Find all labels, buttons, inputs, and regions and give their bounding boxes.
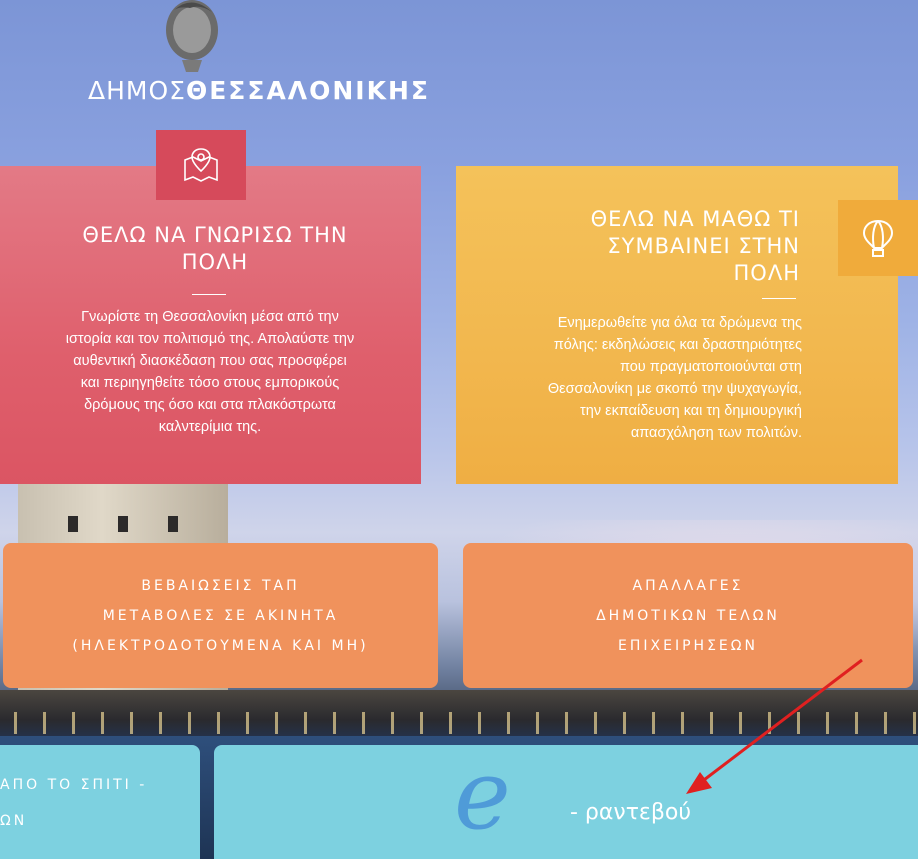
learn-city-title-line1: ΘΕΛΩ ΝΑ ΜΑΘΩ ΤΙ [590,207,800,231]
exemptions-line: ΔΗΜΟΤΙΚΩΝ ΤΕΛΩΝ [596,607,780,624]
from-home-line: ΩΝ [0,813,28,829]
site-brand[interactable]: ΔΗΜΟΣΘΕΣΣΑΛΟΝΙΚΗΣ [88,76,430,105]
tap-line: ΜΕΤΑΒΟΛΕΣ ΣΕ ΑΚΙΝΗΤΑ [102,607,339,624]
e-logo-letter[interactable]: e [454,745,511,845]
learn-city-text-line: πόλης: εκδηλώσεις και δραστηριότητες [553,337,802,353]
know-city-title: ΘΕΛΩ ΝΑ ΓΝΩΡΙΣΩ ΤΗΝ ΠΟΛΗ [30,222,400,276]
know-city-text-line: και περιηγηθείτε τόσο στους εμπορικούς [80,375,340,391]
learn-city-text-line: Ενημερωθείτε για όλα τα δρώμενα της [557,315,802,331]
e-appointment-label[interactable]: - ραντεβού [570,800,691,825]
exemptions-line: ΕΠΙΧΕΙΡΗΣΕΩΝ [618,637,758,654]
learn-city-description: Ενημερωθείτε για όλα τα δρώμενα της πόλη… [456,312,802,444]
know-city-text-line: δρόμους της όσο και στα πλακόστρωτα [84,397,336,413]
know-city-card[interactable]: ΘΕΛΩ ΝΑ ΓΝΩΡΙΣΩ ΤΗΝ ΠΟΛΗ Γνωρίστε τη Θεσ… [0,166,421,484]
know-city-text-line: Γνωρίστε τη Θεσσαλονίκη μέσα από την [81,309,339,325]
know-city-text-line: ιστορία και τον πολιτισμό της. Απολαύστε… [65,331,355,347]
e-appointment-button[interactable] [214,745,918,859]
know-city-text-line: καλντερίμια της. [158,419,262,435]
learn-city-card[interactable]: ΘΕΛΩ ΝΑ ΜΑΘΩ ΤΙ ΣΥΜΒΑΙΝΕΙ ΣΤΗΝ ΠΟΛΗ Ενημ… [456,166,898,484]
exemptions-line: ΑΠΑΛΛΑΓΕΣ [632,577,744,594]
tap-line: (ΗΛΕΚΤΡΟΔΟΤΟΥΜΕΝΑ ΚΑΙ ΜΗ) [72,637,369,654]
learn-city-text-line: Θεσσαλονίκη με σκοπό την ψυχαγωγία, [547,381,802,397]
learn-city-title-line2: ΣΥΜΒΑΙΝΕΙ ΣΤΗΝ [607,234,800,258]
learn-city-text-line: που πραγματοποιούνται στη [619,359,802,375]
learn-city-title-line3: ΠΟΛΗ [733,261,800,285]
city-lights [0,712,918,734]
learn-city-text-line: απασχόληση των πολιτών. [630,425,802,441]
alexander-head-logo-icon[interactable] [140,0,240,80]
fee-exemptions-button[interactable]: ΑΠΑΛΛΑΓΕΣ ΔΗΜΟΤΙΚΩΝ ΤΕΛΩΝ ΕΠΙΧΕΙΡΗΣΕΩΝ [463,543,913,688]
map-pin-icon[interactable] [156,130,246,200]
know-city-title-line1: ΘΕΛΩ ΝΑ ΓΝΩΡΙΣΩ ΤΗΝ [82,223,348,247]
learn-city-title: ΘΕΛΩ ΝΑ ΜΑΘΩ ΤΙ ΣΥΜΒΑΙΝΕΙ ΣΤΗΝ ΠΟΛΗ [591,206,800,287]
brand-name: ΘΕΣΣΑΛΟΝΙΚΗΣ [185,76,430,105]
tap-line: ΒΕΒΑΙΩΣΕΙΣ ΤΑΠ [141,577,300,594]
learn-city-divider [762,298,796,299]
know-city-description: Γνωρίστε τη Θεσσαλονίκη μέσα από την ιστ… [10,306,410,438]
know-city-title-line2: ΠΟΛΗ [181,250,249,274]
know-city-divider [192,294,226,295]
tap-certificates-button[interactable]: ΒΕΒΑΙΩΣΕΙΣ ΤΑΠ ΜΕΤΑΒΟΛΕΣ ΣΕ ΑΚΙΝΗΤΑ (ΗΛΕ… [3,543,438,688]
from-home-line: ΑΠΟ ΤΟ ΣΠΙΤΙ - [0,777,148,793]
know-city-text-line: αυθεντική διασκέδαση που σας προσφέρει [73,353,347,369]
brand-prefix: ΔΗΜΟΣ [88,76,186,105]
from-home-button[interactable]: ΑΠΟ ΤΟ ΣΠΙΤΙ - ΩΝ [0,745,200,859]
learn-city-text-line: την εκπαίδευση και τη δημιουργική [580,403,802,419]
hot-air-balloon-icon[interactable] [838,200,918,276]
